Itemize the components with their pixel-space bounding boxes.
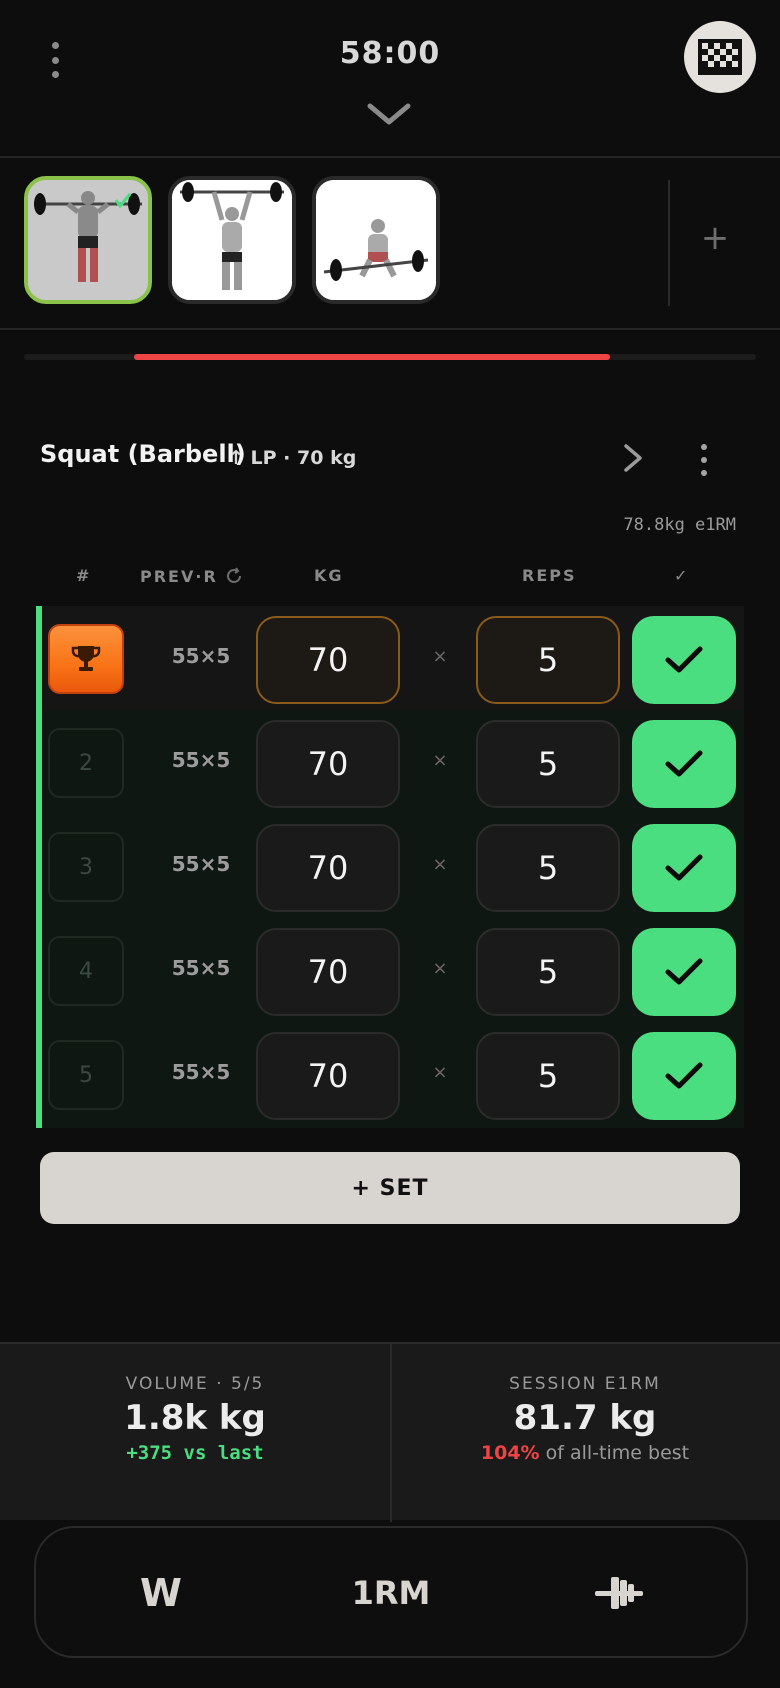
volume-stat: VOLUME · 5/5 1.8k kg +375 vs last [0,1344,390,1464]
stats-panel: VOLUME · 5/5 1.8k kg +375 vs last SESSIO… [0,1342,780,1522]
exercise-thumb-deadlift[interactable] [312,176,440,304]
weight-input[interactable]: 70 [256,824,400,912]
progress-fill [133,354,610,360]
e1rm-value: 81.7 kg [513,1398,657,1438]
reps-input[interactable]: 5 [476,824,620,912]
previous-result[interactable]: 55×5 [146,748,256,772]
reps-input[interactable]: 5 [476,1032,620,1120]
reps-input[interactable]: 5 [476,720,620,808]
check-icon [665,750,703,777]
set-number[interactable]: 5 [48,1040,124,1110]
col-header-reps: REPS [522,566,577,585]
refresh-icon [226,567,241,583]
times-symbol: × [432,646,448,667]
exercise-strip: + [0,160,780,330]
check-icon [665,854,703,881]
warmup-button[interactable]: W [126,1558,196,1628]
previous-result[interactable]: 55×5 [146,644,256,668]
exercise-title[interactable]: Squat (Barbell) [40,440,246,468]
col-header-prev[interactable]: PREV·R [140,566,244,586]
complete-set-button[interactable] [632,928,736,1016]
reps-input[interactable]: 5 [476,928,620,1016]
volume-value: 1.8k kg [124,1398,266,1438]
e1rm-badge: 78.8kg e1RM [623,515,736,535]
volume-delta: +375 vs last [126,1442,264,1464]
set-row: 55×5 70 × 5 [36,606,744,710]
times-symbol: × [432,958,448,979]
bottom-dock: W 1RM [34,1526,748,1658]
weight-input[interactable]: 70 [256,928,400,1016]
one-rep-max-button[interactable]: 1RM [336,1558,446,1628]
set-row: 5 55×5 70 × 5 [36,1022,744,1126]
complete-set-button[interactable] [632,720,736,808]
set-row: 3 55×5 70 × 5 [36,814,744,918]
chevron-right-icon[interactable] [618,440,648,476]
e1rm-percent: 104% [480,1442,540,1464]
complete-set-button[interactable] [632,824,736,912]
check-icon [665,646,703,673]
check-icon [665,958,703,985]
complete-set-button[interactable] [632,616,736,704]
add-set-button[interactable]: + SET [40,1152,740,1224]
plate-calculator-button[interactable] [584,1558,654,1628]
exercise-figure-icon [28,180,148,300]
e1rm-percent-line: 104% of all-time best [390,1442,780,1464]
e1rm-stat: SESSION E1RM 81.7 kg 104% of all-time be… [390,1344,780,1464]
weight-input[interactable]: 70 [256,616,400,704]
sets-accent-bar [36,606,42,1128]
exercise-progression: ↑ LP · 70 kg [228,447,357,469]
pr-trophy-badge[interactable] [48,624,124,694]
e1rm-percent-suffix: of all-time best [539,1442,690,1464]
col-header-kg: KG [314,566,344,585]
times-symbol: × [432,854,448,875]
previous-result[interactable]: 55×5 [146,956,256,980]
col-header-num: # [76,566,92,585]
set-number[interactable]: 2 [48,728,124,798]
check-icon [665,1062,703,1089]
weight-input[interactable]: 70 [256,1032,400,1120]
add-exercise-button[interactable]: + [690,208,740,268]
exercise-figure-icon [172,180,292,300]
times-symbol: × [432,750,448,771]
set-row: 4 55×5 70 × 5 [36,918,744,1022]
header: 58:00 [0,0,780,158]
exercise-thumb-overhead-hold[interactable] [168,176,296,304]
barbell-plates-icon [595,1577,643,1609]
weight-input[interactable]: 70 [256,720,400,808]
volume-label: VOLUME · 5/5 [125,1374,265,1394]
checkered-flag-icon [698,39,742,75]
chevron-down-icon[interactable] [366,100,412,130]
strip-divider [668,180,670,306]
exercise-figure-icon [316,180,436,300]
times-symbol: × [432,1062,448,1083]
finish-workout-button[interactable] [684,21,756,93]
previous-result[interactable]: 55×5 [146,1060,256,1084]
set-number[interactable]: 3 [48,832,124,902]
exercise-menu-icon[interactable] [697,444,711,476]
col-header-prev-label: PREV·R [140,566,218,586]
set-number[interactable]: 4 [48,936,124,1006]
previous-result[interactable]: 55×5 [146,852,256,876]
workout-timer: 58:00 [339,36,441,71]
complete-set-button[interactable] [632,1032,736,1120]
col-header-done: ✓ [674,566,688,585]
set-row: 2 55×5 70 × 5 [36,710,744,814]
exercise-thumb-overhead-press[interactable] [24,176,152,304]
reps-input[interactable]: 5 [476,616,620,704]
e1rm-label: SESSION E1RM [509,1374,661,1394]
trophy-icon [71,646,101,671]
